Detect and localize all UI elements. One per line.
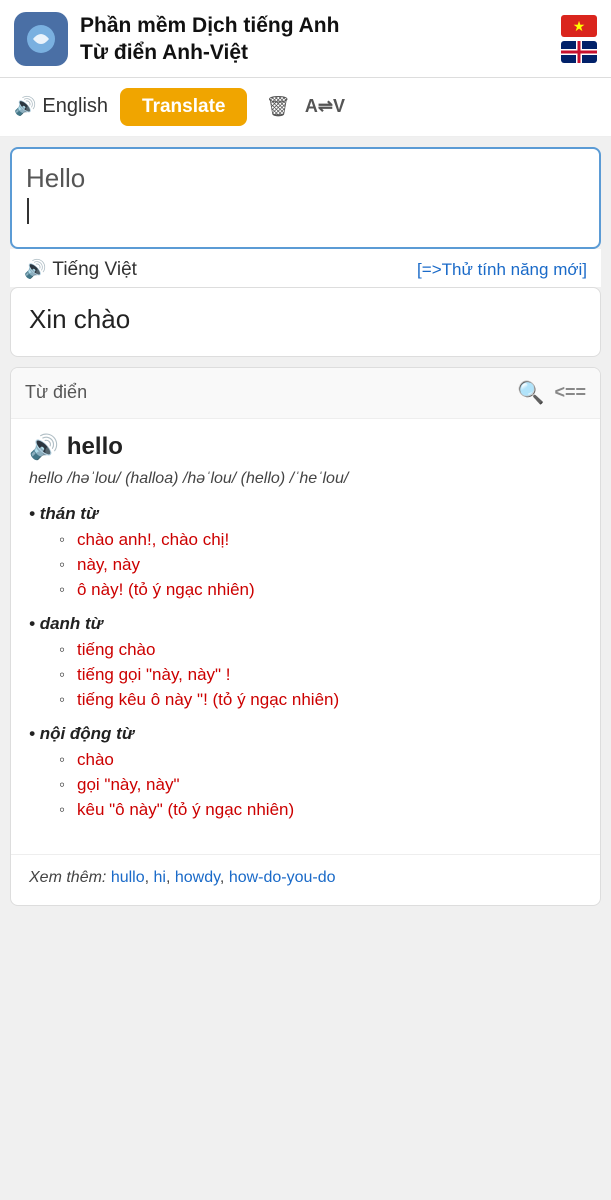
output-lang-label: 🔊 Tiếng Việt <box>24 259 137 281</box>
list-item: chào <box>59 750 582 770</box>
dictionary-content: 🔊 hello hello /həˈlou/ (halloa) /həˈlou/… <box>11 419 600 854</box>
dict-search-icon[interactable]: 🔍 <box>517 380 544 406</box>
see-also: Xem thêm: hullo, hi, howdy, how-do-you-d… <box>11 854 600 905</box>
flag-vietnam <box>561 15 597 37</box>
see-also-link-howdy[interactable]: howdy <box>175 869 220 886</box>
translate-button[interactable]: Translate <box>120 88 247 126</box>
toolbar: 🔊 English Translate 🗑 A⇌V <box>0 78 611 137</box>
list-item: này, này <box>59 555 582 575</box>
dict-meanings-danhtu: tiếng chào tiếng gọi "này, này" ! tiếng … <box>29 640 582 710</box>
dict-meanings-thantu: chào anh!, chào chị! này, này ô này! (tỏ… <box>29 530 582 600</box>
list-item: gọi "này, này" <box>59 775 582 795</box>
dict-section-danhtu: danh từ tiếng chào tiếng gọi "này, này" … <box>29 614 582 710</box>
app-logo <box>14 12 68 66</box>
translation-output: Xin chào <box>10 287 601 357</box>
list-item: tiếng kêu ô này "! (tỏ ý ngạc nhiên) <box>59 690 582 710</box>
dict-pos-thantu: thán từ <box>29 504 582 524</box>
output-lang-row: 🔊 Tiếng Việt [=>Thử tính năng mới] <box>10 249 601 287</box>
dictionary-title: Từ điển <box>25 382 87 403</box>
dict-pronunciation: hello /həˈlou/ (halloa) /həˈlou/ (hello)… <box>29 470 582 488</box>
list-item: tiếng gọi "này, này" ! <box>59 665 582 685</box>
list-item: ô này! (tỏ ý ngạc nhiên) <box>59 580 582 600</box>
see-also-link-hi[interactable]: hi <box>154 869 166 886</box>
dictionary-icons: 🔍 <== <box>517 380 586 406</box>
app-title: Phần mềm Dịch tiếng Anh Từ điển Anh-Việt <box>80 12 339 67</box>
delete-icon[interactable]: 🗑 <box>265 94 290 119</box>
app-header: Phần mềm Dịch tiếng Anh Từ điển Anh-Việt <box>0 0 611 78</box>
see-also-link-hullo[interactable]: hullo <box>111 869 145 886</box>
dict-section-noidontu: nội động từ chào gọi "này, này" kêu "ô n… <box>29 724 582 820</box>
speaker-icon[interactable]: 🔊 <box>14 96 36 117</box>
dict-pos-noidontu: nội động từ <box>29 724 582 744</box>
swap-icon[interactable]: A⇌V <box>305 96 345 117</box>
list-item: chào anh!, chào chị! <box>59 530 582 550</box>
list-item: kêu "ô này" (tỏ ý ngạc nhiên) <box>59 800 582 820</box>
dictionary-header: Từ điển 🔍 <== <box>11 368 600 419</box>
dict-section-thantu: thán từ chào anh!, chào chị! này, này ô … <box>29 504 582 600</box>
dict-pos-danhtu: danh từ <box>29 614 582 634</box>
dict-back-icon[interactable]: <== <box>554 382 586 403</box>
dict-word-title: 🔊 hello <box>29 433 582 462</box>
output-speaker-icon[interactable]: 🔊 <box>24 259 46 280</box>
list-item: tiếng chào <box>59 640 582 660</box>
new-feature-link[interactable]: [=>Thử tính năng mới] <box>417 260 587 280</box>
dict-speaker-icon[interactable]: 🔊 <box>29 433 59 462</box>
input-area: Hello <box>10 147 601 249</box>
source-text[interactable]: Hello <box>26 163 585 233</box>
flag-container <box>561 15 597 63</box>
flag-uk <box>561 41 597 63</box>
dictionary-section: Từ điển 🔍 <== 🔊 hello hello /həˈlou/ (ha… <box>10 367 601 906</box>
header-left: Phần mềm Dịch tiếng Anh Từ điển Anh-Việt <box>14 12 339 67</box>
toolbar-actions: 🗑 A⇌V <box>265 94 344 119</box>
dict-meanings-noidontu: chào gọi "này, này" kêu "ô này" (tỏ ý ng… <box>29 750 582 820</box>
source-lang-label: 🔊 English <box>14 95 108 118</box>
see-also-link-howdoyoudo[interactable]: how-do-you-do <box>229 869 336 886</box>
